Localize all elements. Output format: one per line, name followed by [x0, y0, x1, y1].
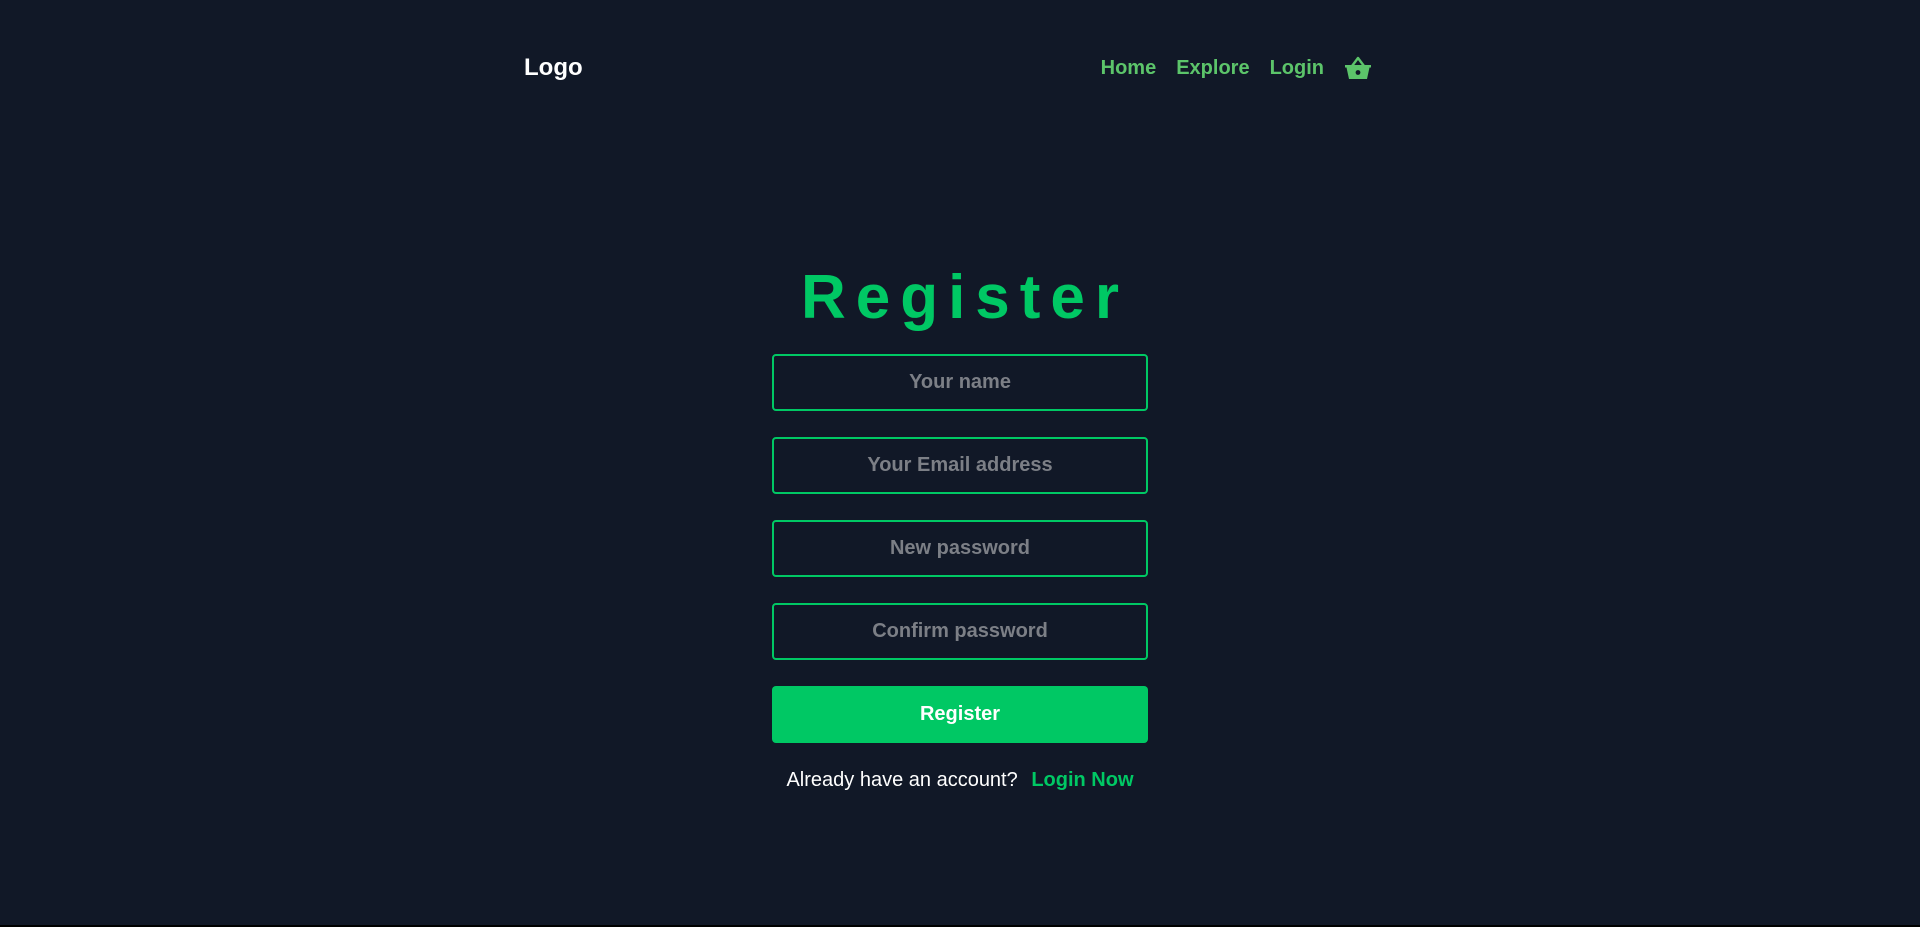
- register-button[interactable]: Register: [772, 686, 1148, 743]
- navbar: Logo Home Explore Login: [524, 48, 1372, 88]
- basket-icon-graphic: [1345, 56, 1371, 79]
- confirm-password-input[interactable]: [772, 603, 1148, 660]
- logo[interactable]: Logo: [524, 54, 583, 82]
- nav-link-home[interactable]: Home: [1101, 57, 1157, 80]
- page: Logo Home Explore Login Register Registe…: [0, 0, 1920, 925]
- new-password-input[interactable]: [772, 520, 1148, 577]
- page-title: Register: [800, 263, 1130, 332]
- nav-link-login[interactable]: Login: [1270, 57, 1324, 80]
- nav-links: Home Explore Login: [1101, 54, 1372, 82]
- register-form: Register Register Already have an accoun…: [772, 260, 1148, 792]
- form-fields: [772, 354, 1148, 660]
- basket-icon[interactable]: [1344, 54, 1372, 82]
- name-input[interactable]: [772, 354, 1148, 411]
- login-prompt-text: Already have an account?: [786, 769, 1018, 791]
- login-now-link[interactable]: Login Now: [1031, 769, 1133, 791]
- login-prompt: Already have an account? Login Now: [772, 769, 1148, 792]
- nav-link-explore[interactable]: Explore: [1176, 57, 1249, 80]
- email-input[interactable]: [772, 437, 1148, 494]
